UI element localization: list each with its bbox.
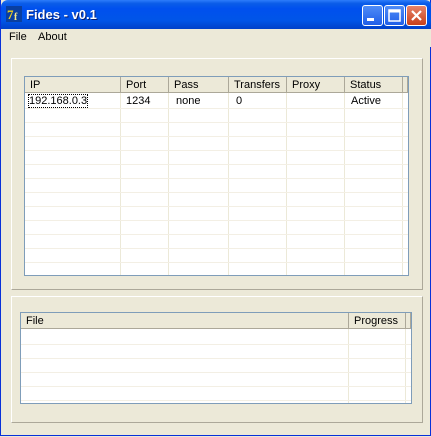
minimize-button[interactable]: [362, 5, 383, 26]
minimize-icon: [367, 18, 374, 21]
column-header-ip[interactable]: IP: [25, 77, 121, 93]
cell-pass: none: [176, 95, 201, 107]
column-header-pass[interactable]: Pass: [169, 77, 229, 93]
column-header-file[interactable]: File: [21, 313, 349, 329]
cell-status: Active: [351, 95, 381, 107]
maximize-icon: [388, 9, 401, 22]
title-bar[interactable]: 7 f Fides - v0.1: [1, 0, 431, 29]
files-panel: File Progress: [11, 296, 423, 423]
window-title: Fides - v0.1: [26, 7, 97, 22]
column-header-filler: [403, 77, 408, 93]
cell-transfers: 0: [236, 95, 243, 107]
column-header-filler: [406, 313, 411, 329]
app-icon: 7 f: [6, 6, 22, 22]
column-header-port[interactable]: Port: [121, 77, 169, 93]
menu-about[interactable]: About: [38, 31, 67, 43]
cell-port: 1234: [126, 95, 151, 107]
column-header-proxy[interactable]: Proxy: [287, 77, 345, 93]
files-list[interactable]: File Progress: [20, 312, 412, 404]
servers-list[interactable]: IP Port Pass Transfers Proxy Status 192.…: [24, 76, 409, 276]
app-window: 7 f Fides - v0.1 File About IP Port Pass…: [0, 0, 431, 436]
servers-panel: IP Port Pass Transfers Proxy Status 192.…: [11, 58, 423, 290]
menu-file[interactable]: File: [9, 31, 27, 43]
close-button[interactable]: [406, 5, 427, 26]
cell-ip[interactable]: 192.168.0.3: [27, 94, 89, 108]
svg-text:7: 7: [7, 7, 14, 22]
menu-bar: File About: [1, 29, 431, 47]
column-header-transfers[interactable]: Transfers: [229, 77, 287, 93]
column-header-progress[interactable]: Progress: [349, 313, 406, 329]
close-icon: [411, 10, 422, 21]
column-header-status[interactable]: Status: [345, 77, 403, 93]
maximize-button[interactable]: [384, 5, 405, 26]
